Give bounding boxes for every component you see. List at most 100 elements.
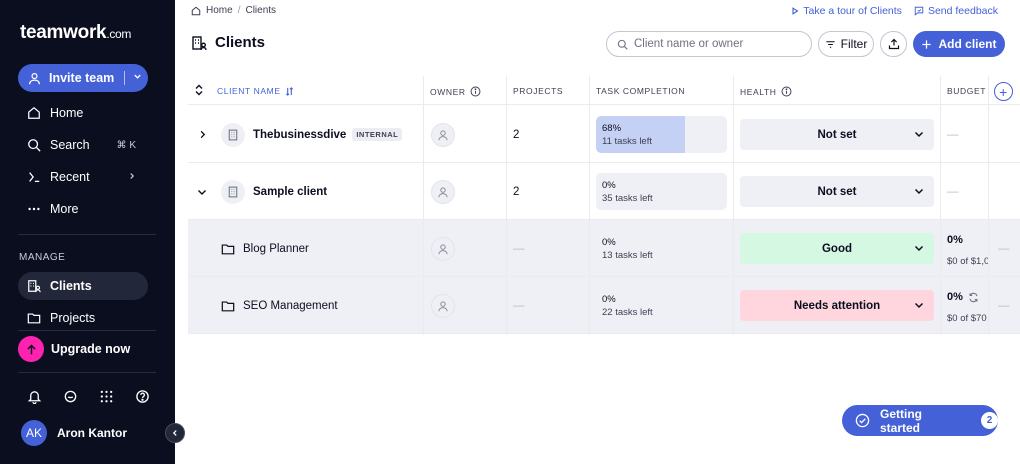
budget-percent: 0% — [947, 291, 979, 303]
search-shortcut-hint: ⌘ K — [116, 139, 136, 151]
feedback-icon — [914, 6, 924, 16]
owner-placeholder-icon[interactable] — [431, 122, 455, 147]
health-select[interactable]: Not set — [740, 176, 934, 207]
tasks-left: 13 tasks left — [602, 250, 653, 261]
filter-button[interactable]: Filter — [818, 31, 874, 57]
sidebar-utility-icons — [24, 386, 152, 406]
table-row[interactable]: Thebusinessdive INTERNAL 2 68% 11 tasks … — [188, 106, 1020, 163]
upgrade-now-button[interactable]: Upgrade now — [18, 336, 130, 362]
health-select[interactable]: Not set — [740, 119, 934, 150]
owner-placeholder-icon[interactable] — [431, 293, 455, 318]
search-icon — [617, 39, 628, 50]
expand-all-icon[interactable] — [194, 84, 204, 96]
chevron-down-icon — [914, 300, 924, 313]
owner-placeholder-icon[interactable] — [431, 236, 455, 261]
breadcrumb-separator: / — [237, 5, 241, 16]
user-profile[interactable]: AK Aron Kantor — [21, 420, 127, 446]
chevron-down-icon[interactable] — [197, 163, 207, 220]
task-completion-percent: 0% — [602, 294, 616, 305]
clients-icon — [24, 276, 44, 296]
table-row[interactable]: Blog Planner — 0% 13 tasks left Good 0% … — [188, 220, 1020, 277]
nav-home[interactable]: Home — [18, 99, 148, 127]
budget-empty: — — [947, 185, 959, 198]
header-health[interactable]: HEALTH — [740, 86, 792, 97]
chevron-left-icon — [172, 430, 177, 436]
project-name[interactable]: Blog Planner — [243, 243, 309, 255]
add-client-button[interactable]: Add client — [913, 31, 1005, 57]
health-select[interactable]: Good — [740, 233, 934, 264]
projects-count: 2 — [513, 185, 520, 198]
breadcrumb-home[interactable]: Home — [206, 5, 233, 16]
help-icon[interactable] — [132, 386, 152, 406]
play-icon — [792, 7, 799, 15]
chat-icon[interactable] — [60, 386, 80, 406]
task-completion-bar: 0% 22 tasks left — [596, 287, 727, 324]
task-completion-fill — [596, 116, 686, 153]
collapse-sidebar-button[interactable] — [165, 423, 185, 443]
user-name: Aron Kantor — [57, 426, 127, 440]
task-completion-percent: 0% — [602, 237, 616, 248]
projects-count: 2 — [513, 128, 520, 141]
take-tour-link[interactable]: Take a tour of Clients — [791, 5, 902, 17]
export-button[interactable] — [880, 31, 907, 57]
health-value: Not set — [817, 128, 857, 141]
nav-clients[interactable]: Clients — [18, 272, 148, 300]
divider — [18, 330, 156, 331]
top-links: Take a tour of Clients Send feedback — [791, 5, 998, 17]
header-owner[interactable]: OWNER — [430, 86, 481, 97]
upload-icon — [888, 38, 900, 50]
invite-team-label: Invite team — [49, 71, 115, 85]
table-row[interactable]: SEO Management — 0% 22 tasks left Needs … — [188, 277, 1020, 334]
building-icon — [221, 179, 245, 204]
tasks-left: 22 tasks left — [602, 307, 653, 318]
header-budget-label: BUDGET — [947, 86, 987, 96]
header-client-name-label: CLIENT NAME — [217, 86, 281, 96]
owner-placeholder-icon[interactable] — [431, 179, 455, 204]
search-box[interactable] — [606, 31, 812, 57]
task-completion-percent: 0% — [602, 180, 616, 191]
getting-started-label: Getting started — [880, 406, 922, 435]
folder-icon — [221, 242, 235, 256]
nav-clients-label: Clients — [50, 279, 92, 293]
health-select[interactable]: Needs attention — [740, 290, 934, 321]
getting-started-button[interactable]: Getting started 2 — [842, 405, 998, 436]
info-icon[interactable] — [781, 86, 792, 97]
page-title: Clients — [191, 34, 265, 51]
teamwork-logo[interactable]: teamwork.com — [20, 22, 131, 44]
table-row[interactable]: Sample client 2 0% 35 tasks left Not set… — [188, 163, 1020, 220]
nav-search[interactable]: Search ⌘ K — [18, 131, 148, 159]
getting-started-count: 2 — [981, 412, 998, 429]
home-icon — [24, 103, 44, 123]
header-task-completion[interactable]: TASK COMPLETION — [596, 86, 685, 96]
send-feedback-link[interactable]: Send feedback — [914, 5, 998, 17]
bell-icon[interactable] — [24, 386, 44, 406]
project-name[interactable]: SEO Management — [243, 300, 338, 312]
breadcrumb-current: Clients — [245, 5, 277, 16]
apps-grid-icon[interactable] — [96, 386, 116, 406]
chevron-down-icon[interactable] — [133, 72, 142, 84]
nav-more[interactable]: More — [18, 195, 148, 223]
nav-projects-label: Projects — [50, 311, 96, 325]
refresh-icon[interactable] — [968, 292, 979, 303]
health-value: Not set — [817, 185, 857, 198]
info-icon[interactable] — [470, 86, 481, 97]
take-tour-label: Take a tour of Clients — [803, 5, 902, 17]
header-projects[interactable]: PROJECTS — [513, 86, 563, 96]
chevron-right-icon[interactable] — [198, 106, 207, 163]
table-header: CLIENT NAME OWNER PROJECTS TASK COMPLETI… — [188, 76, 1020, 105]
client-name[interactable]: Thebusinessdive — [253, 129, 346, 141]
folder-icon — [221, 299, 235, 313]
budget-empty: — — [947, 128, 959, 141]
divider — [18, 372, 156, 373]
nav-projects[interactable]: Projects — [18, 304, 148, 332]
nav-recent[interactable]: Recent — [18, 163, 148, 191]
tasks-left: 11 tasks left — [602, 136, 652, 147]
clients-table: CLIENT NAME OWNER PROJECTS TASK COMPLETI… — [188, 76, 1020, 335]
search-input[interactable] — [634, 38, 794, 50]
invite-team-button[interactable]: Invite team — [18, 64, 148, 92]
client-name[interactable]: Sample client — [253, 186, 327, 198]
header-budget[interactable]: BUDGET — [947, 86, 986, 96]
add-column-button[interactable]: + — [994, 82, 1013, 101]
extra-column-empty: — — [998, 299, 1010, 312]
header-client-name[interactable]: CLIENT NAME — [217, 86, 294, 96]
